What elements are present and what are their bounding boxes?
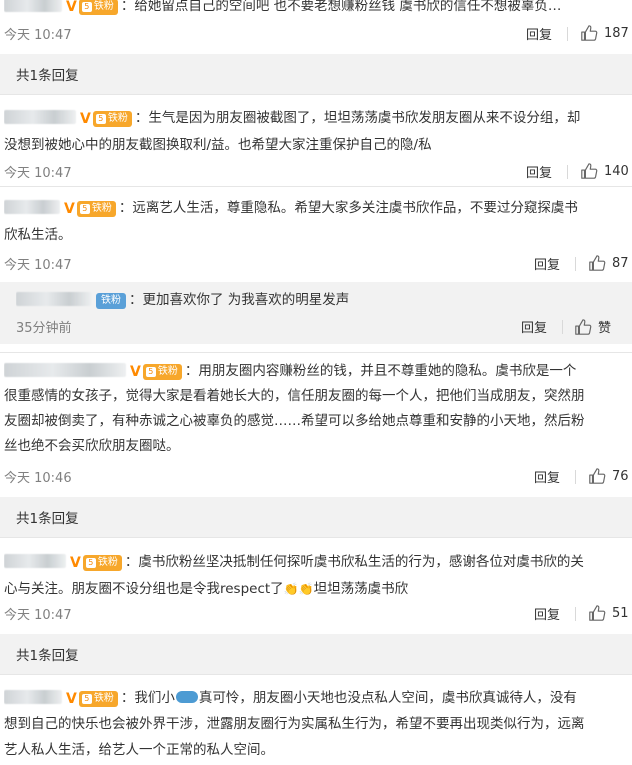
like-button[interactable]: 140 xyxy=(580,162,629,180)
reply-button[interactable]: 回复 xyxy=(534,254,560,273)
comment-2-text-line-2: 没想到被她心中的朋友截图换取利/益。也希望大家注重保护自己的隐/私 xyxy=(4,137,432,153)
comment-text: ：远离艺人生活，尊重隐私。希望大家多关注虞书欣作品，不要过分窥探虞书 xyxy=(118,200,578,216)
comment-2-text-line-1: V 5 铁粉 ：生气是因为朋友圈被截图了，坦坦荡荡虞书欣发朋友圈从来不设分组，却 xyxy=(4,106,620,131)
comment-text: ：生气是因为朋友圈被截图了，坦坦荡荡虞书欣发朋友圈从来不设分组，却 xyxy=(134,110,581,126)
more-replies-link[interactable]: 共1条回复 xyxy=(16,644,79,664)
fan-badge: 5 铁粉 xyxy=(92,111,132,127)
username-blurred[interactable] xyxy=(4,200,60,214)
thumbs-up-icon xyxy=(588,604,606,622)
verified-icon: V xyxy=(130,364,141,380)
fan-badge: 铁粉 xyxy=(96,293,126,309)
fan-badge: 5 铁粉 xyxy=(76,201,116,217)
divider xyxy=(0,94,632,95)
comment-5-meta: 今天 10:47 回复 51 xyxy=(4,604,629,624)
comment-2-meta: 今天 10:47 回复 140 xyxy=(4,162,629,182)
thumbs-up-icon xyxy=(580,24,598,42)
reply-button[interactable]: 回复 xyxy=(534,467,560,486)
verified-icon: V xyxy=(66,0,77,15)
comment-4-text-line-3: 友圈却被倒卖了，有种赤诚之心被辜负的感觉……希望可以多给她点尊重和安静的小天地，… xyxy=(4,413,585,429)
comment-1-meta: 今天 10:47 回复 187 xyxy=(4,24,629,44)
clap-emoji: 👏👏 xyxy=(283,582,314,596)
thumbs-up-icon xyxy=(588,254,606,272)
fish-emoji xyxy=(175,691,198,703)
comment-3-text-line-2: 欣私生活。 xyxy=(4,227,72,243)
like-button[interactable]: 51 xyxy=(588,604,629,622)
fan-badge: 5 铁粉 xyxy=(142,364,182,380)
verified-icon: V xyxy=(70,555,81,571)
sub-reply-meta: 35分钟前 回复 赞 xyxy=(16,317,624,337)
username-blurred[interactable] xyxy=(4,554,66,568)
timestamp: 今天 10:46 xyxy=(4,471,72,486)
divider xyxy=(575,257,576,271)
thumbs-up-icon xyxy=(580,162,598,180)
divider xyxy=(0,186,632,187)
thumbs-up-icon xyxy=(574,318,592,336)
timestamp: 今天 10:47 xyxy=(4,166,72,181)
like-button[interactable]: 187 xyxy=(580,24,629,42)
more-replies-link[interactable]: 共1条回复 xyxy=(16,507,79,527)
sub-reply: 铁粉 ：更加喜欢你了 为我喜欢的明星发声 35分钟前 回复 赞 xyxy=(0,282,632,344)
comment-4-text-line-2: 很重感情的女孩子，觉得大家是看着她长大的，信任朋友圈的每一个人，把他们当成朋友，… xyxy=(4,388,585,404)
comment-5-text-line-2: 心与关注。朋友圈不设分组也是令我respect了👏👏坦坦荡荡虞书欣 xyxy=(4,581,409,597)
more-replies[interactable]: 共1条回复 xyxy=(0,497,632,537)
comment-3-meta: 今天 10:47 回复 87 xyxy=(4,254,629,274)
username-blurred[interactable] xyxy=(4,363,126,377)
like-button[interactable]: 赞 xyxy=(574,317,611,336)
username-blurred[interactable] xyxy=(4,0,62,12)
verified-icon: V xyxy=(80,111,91,127)
timestamp: 今天 10:47 xyxy=(4,28,72,43)
like-button[interactable]: 87 xyxy=(588,254,629,272)
comment-text: ：给她留点自己的空间吧 也不要老想赚粉丝钱 虞书欣的信任不想被辜负… xyxy=(120,0,562,14)
comment-4-text-line-4: 丝也绝不会买欣欣朋友圈哒。 xyxy=(4,438,180,454)
timestamp: 今天 10:47 xyxy=(4,258,72,273)
fan-badge: 5 铁粉 xyxy=(82,555,122,571)
verified-icon: V xyxy=(64,201,75,217)
comment-3-text-line-1: V 5 铁粉 ：远离艺人生活，尊重隐私。希望大家多关注虞书欣作品，不要过分窥探虞书 xyxy=(4,196,620,221)
divider xyxy=(567,27,568,41)
more-replies[interactable]: 共1条回复 xyxy=(0,634,632,674)
username-blurred[interactable] xyxy=(4,690,62,704)
reply-button[interactable]: 回复 xyxy=(534,604,560,623)
comment-6-text-line-3: 艺人私人生活，给艺人一个正常的私人空间。 xyxy=(4,742,274,758)
username-blurred[interactable] xyxy=(16,292,92,306)
divider xyxy=(0,537,632,538)
more-replies[interactable]: 共1条回复 xyxy=(0,54,632,94)
divider xyxy=(575,470,576,484)
username-blurred[interactable] xyxy=(4,110,76,124)
divider xyxy=(0,352,632,353)
more-replies-link[interactable]: 共1条回复 xyxy=(16,64,79,84)
comment-text: ：虞书欣粉丝坚决抵制任何探听虞书欣私生活的行为，感谢各位对虞书欣的关 xyxy=(124,554,584,570)
comment-6-text-line-1: V 5 铁粉 ：我们小 真可怜，朋友圈小天地也没点私人空间，虞书欣真诚待人，没有 xyxy=(4,686,620,711)
divider xyxy=(0,674,632,675)
timestamp: 35分钟前 xyxy=(16,321,72,336)
timestamp: 今天 10:47 xyxy=(4,608,72,623)
reply-button[interactable]: 回复 xyxy=(521,317,547,336)
sub-reply-text: 铁粉 ：更加喜欢你了 为我喜欢的明星发声 xyxy=(16,288,620,312)
reply-button[interactable]: 回复 xyxy=(526,24,552,43)
comment-1-text-line: V 5 铁粉 ：给她留点自己的空间吧 也不要老想赚粉丝钱 虞书欣的信任不想被辜负… xyxy=(4,0,620,19)
divider xyxy=(562,320,563,334)
comment-text: ：用朋友圈内容赚粉丝的钱，并且不尊重她的隐私。虞书欣是一个 xyxy=(184,363,577,379)
fan-badge: 5 铁粉 xyxy=(78,691,118,707)
verified-icon: V xyxy=(66,691,77,707)
comment-6-text-line-2: 想到自己的快乐也会被外界干涉，泄露朋友圈行为实属私生行为，希望不要再出现类似行为… xyxy=(4,716,585,732)
thumbs-up-icon xyxy=(588,467,606,485)
reply-button[interactable]: 回复 xyxy=(526,162,552,181)
like-button[interactable]: 76 xyxy=(588,467,629,485)
divider xyxy=(567,165,568,179)
comment-4-meta: 今天 10:46 回复 76 xyxy=(4,467,629,487)
comment-4-text-line-1: V 5 铁粉 ：用朋友圈内容赚粉丝的钱，并且不尊重她的隐私。虞书欣是一个 xyxy=(4,359,620,384)
fan-badge: 5 铁粉 xyxy=(78,0,118,15)
comment-5-text-line-1: V 5 铁粉 ：虞书欣粉丝坚决抵制任何探听虞书欣私生活的行为，感谢各位对虞书欣的关 xyxy=(4,550,620,575)
divider xyxy=(575,607,576,621)
